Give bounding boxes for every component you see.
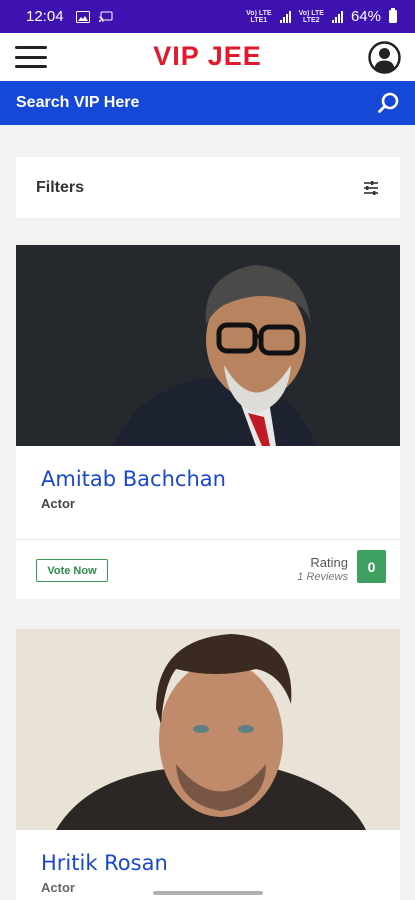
profile-icon[interactable] bbox=[368, 41, 401, 74]
rating-label: Rating bbox=[310, 555, 348, 570]
search-input[interactable] bbox=[16, 94, 377, 112]
gallery-icon bbox=[75, 10, 90, 23]
search-icon[interactable] bbox=[377, 91, 401, 115]
status-time: 12:04 bbox=[26, 8, 64, 25]
vip-card[interactable]: Amitab Bachchan Actor Vote Now Rating 1 … bbox=[16, 245, 400, 599]
status-bar: 12:04 Vo) LTE LTE1 Vo) LTE LTE2 64% bbox=[0, 0, 415, 33]
vote-now-button[interactable]: Vote Now bbox=[36, 559, 108, 582]
rating-badge: 0 bbox=[357, 550, 386, 583]
filter-sliders-icon[interactable] bbox=[362, 179, 380, 197]
rating-info: Rating 1 Reviews bbox=[297, 555, 348, 583]
app-header: VIP JEE bbox=[0, 33, 415, 81]
app-logo: VIP JEE bbox=[153, 41, 262, 71]
home-indicator[interactable] bbox=[153, 891, 263, 895]
vip-card[interactable]: Hritik Rosan Actor bbox=[16, 629, 400, 900]
filters-bar[interactable]: Filters bbox=[16, 157, 400, 218]
vip-role: Actor bbox=[41, 496, 75, 511]
divider bbox=[16, 539, 400, 540]
vip-photo[interactable] bbox=[16, 629, 400, 830]
reviews-count: 1 Reviews bbox=[297, 571, 348, 583]
sim2-network: Vo) LTE LTE2 bbox=[298, 9, 324, 24]
battery-percent: 64% bbox=[350, 8, 381, 25]
filters-title: Filters bbox=[36, 178, 85, 196]
search-bar bbox=[0, 81, 415, 125]
vip-name[interactable]: Amitab Bachchan bbox=[41, 467, 226, 491]
vip-name[interactable]: Hritik Rosan bbox=[41, 851, 168, 875]
signal-icon bbox=[279, 10, 291, 23]
vip-photo[interactable] bbox=[16, 245, 400, 446]
signal-icon bbox=[331, 10, 343, 23]
cast-icon bbox=[98, 11, 113, 22]
vip-role: Actor bbox=[41, 880, 75, 895]
sim1-network: Vo) LTE LTE1 bbox=[246, 9, 272, 24]
battery-icon bbox=[389, 8, 397, 23]
